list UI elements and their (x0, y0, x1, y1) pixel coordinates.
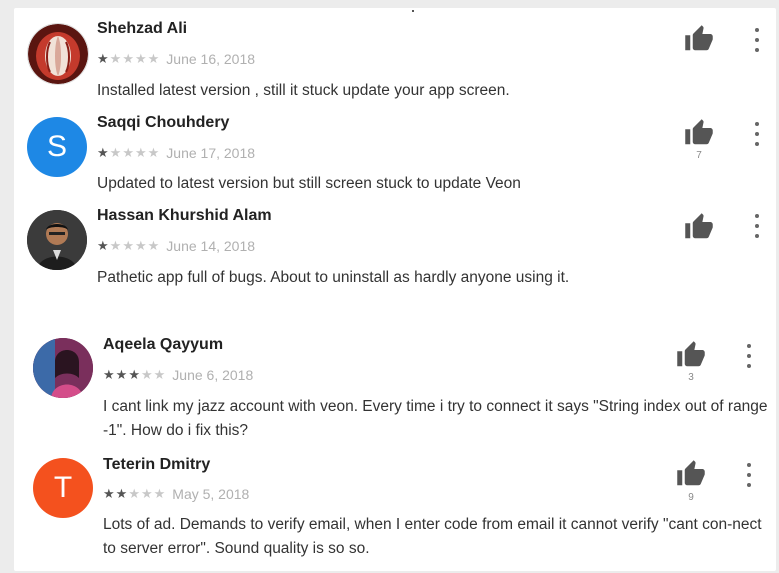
avatar-letter: S (46, 130, 67, 163)
star-icon: ★ (153, 367, 167, 382)
star-icon: ★ (109, 51, 123, 66)
star-icon: ★ (109, 145, 123, 160)
star-icon: ★ (97, 145, 110, 160)
reviewer-name: Shehzad Ali (97, 20, 188, 37)
like-count: 9 (688, 492, 694, 503)
review-text: Updated to latest version but still scre… (97, 175, 521, 192)
review-date: May 5, 2018 (172, 486, 250, 502)
star-icon: ★ (134, 51, 148, 66)
star-icon: ★ (97, 238, 110, 253)
star-icon: ★ (147, 51, 161, 66)
star-rating: ★ ★ ★ ★ ★ May 5, 2018 (103, 485, 249, 503)
top-dot-marker (412, 10, 414, 12)
star-icon: ★ (140, 486, 154, 501)
reviewer-name: Teterin Dmitry (103, 456, 211, 473)
thumbs-up-button[interactable] (676, 340, 706, 370)
more-options-button[interactable] (752, 28, 762, 52)
star-icon: ★ (97, 51, 110, 66)
letter-avatar: T (33, 458, 93, 518)
star-icon: ★ (128, 367, 141, 382)
thumbs-up-button[interactable] (684, 118, 714, 148)
star-rating: ★ ★ ★ ★ ★ June 16, 2018 (97, 50, 255, 68)
more-options-button[interactable] (744, 463, 754, 487)
thumbs-up-icon (685, 213, 713, 239)
star-icon: ★ (134, 238, 148, 253)
reviews-panel: Shehzad Ali ★ ★ ★ ★ ★ June 16, 2018 Installe… (14, 8, 776, 571)
star-icon: ★ (140, 367, 154, 382)
letter-avatar: S (27, 117, 87, 177)
review-date: June 14, 2018 (166, 238, 256, 254)
thumbs-up-button[interactable] (676, 459, 706, 489)
thumbs-up-icon (677, 460, 705, 486)
thumbs-up-button[interactable] (684, 212, 714, 242)
reviewer-name: Hassan Khurshid Alam (97, 207, 272, 224)
review-date: June 6, 2018 (172, 367, 254, 383)
review-date: June 17, 2018 (166, 145, 256, 161)
star-icon: ★ (115, 367, 129, 382)
more-options-button[interactable] (744, 344, 754, 368)
star-icon: ★ (147, 238, 161, 253)
more-options-button[interactable] (752, 122, 762, 146)
thumbs-up-icon (685, 25, 713, 51)
star-rating: ★ ★ ★ ★ ★ June 17, 2018 (97, 144, 255, 162)
review-text: I cant link my jazz account with veon. E… (103, 398, 768, 439)
star-icon: ★ (103, 367, 116, 382)
star-icon: ★ (122, 51, 135, 66)
review-text: Lots of ad. Demands to verify email, whe… (103, 516, 762, 557)
star-icon: ★ (122, 145, 135, 160)
thumbs-up-icon (685, 119, 713, 145)
like-count: 7 (696, 150, 702, 161)
avatar-letter: T (53, 471, 73, 504)
star-icon: ★ (147, 145, 161, 160)
star-icon: ★ (122, 238, 135, 253)
star-icon: ★ (153, 486, 167, 501)
red-fruit-avatar (27, 23, 89, 85)
star-icon: ★ (128, 486, 141, 501)
person-photo-avatar (33, 338, 93, 398)
like-count: 3 (688, 372, 694, 383)
thumbs-up-button[interactable] (684, 24, 714, 54)
review-text: Installed latest version , still it stuc… (97, 82, 510, 99)
star-rating: ★ ★ ★ ★ ★ June 14, 2018 (97, 237, 255, 255)
star-icon: ★ (103, 486, 116, 501)
reviewer-name: Aqeela Qayyum (103, 336, 224, 353)
review-date: June 16, 2018 (166, 51, 256, 67)
thumbs-up-icon (677, 341, 705, 367)
star-icon: ★ (134, 145, 148, 160)
star-icon: ★ (115, 486, 129, 501)
more-options-button[interactable] (752, 214, 762, 238)
star-icon: ★ (109, 238, 123, 253)
reviewer-name: Saqqi Chouhdery (97, 114, 230, 131)
person-photo-avatar (27, 210, 87, 270)
star-rating: ★ ★ ★ ★ ★ June 6, 2018 (103, 366, 253, 384)
review-text: Pathetic app full of bugs. About to unin… (97, 269, 570, 286)
